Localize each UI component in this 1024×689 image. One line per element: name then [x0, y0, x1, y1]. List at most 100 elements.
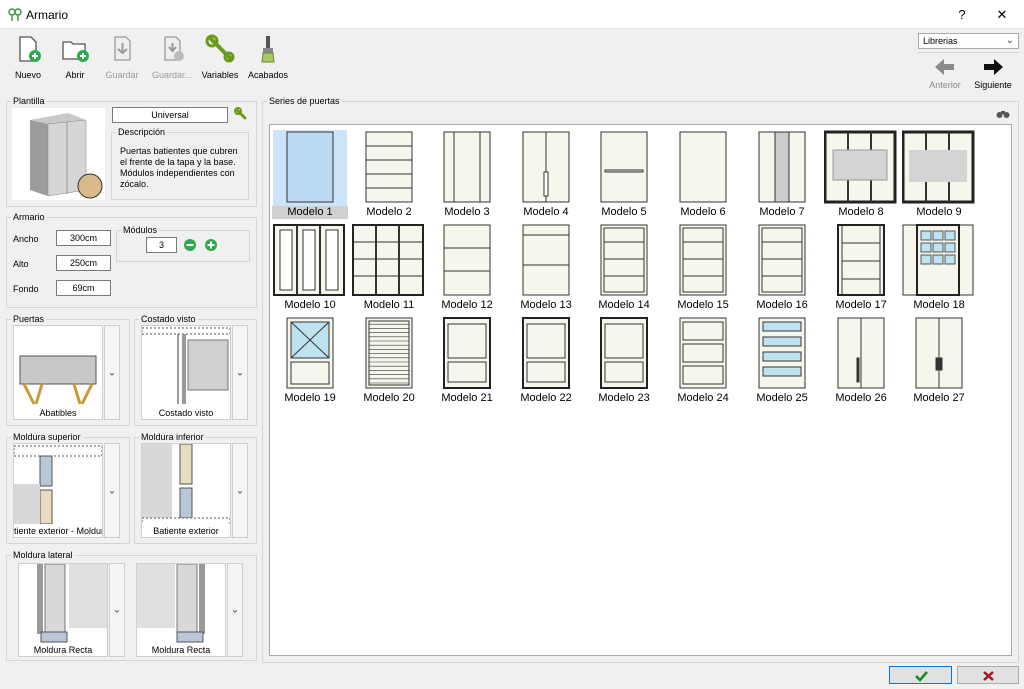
armario-legend: Armario [11, 212, 47, 222]
finishes-button[interactable]: Acabados [243, 32, 293, 90]
ok-button[interactable] [889, 666, 952, 684]
plantilla-legend: Plantilla [11, 96, 47, 106]
ancho-input[interactable]: 300cm [56, 230, 111, 246]
door-model-6[interactable]: Modelo 6 [665, 130, 741, 224]
check-icon [915, 671, 928, 682]
costado-dropdown[interactable]: ⌄ [232, 325, 248, 420]
door-model-2-image [365, 131, 413, 203]
minus-icon[interactable] [183, 238, 197, 252]
save-as-label: Guardar... [151, 70, 193, 80]
door-model-16[interactable]: Modelo 16 [744, 223, 820, 317]
door-model-20[interactable]: Modelo 20 [351, 316, 427, 410]
new-button[interactable]: Nuevo [3, 32, 53, 90]
moldura-lateral-value-1: Moldura Recta [33, 645, 93, 655]
costado-legend: Costado visto [139, 314, 198, 324]
modulos-input[interactable]: 3 [146, 237, 177, 253]
save-button[interactable]: Guardar [97, 32, 147, 90]
plus-icon[interactable] [204, 238, 218, 252]
door-model-label: Modelo 22 [520, 392, 572, 404]
chevron-down-icon: ⌄ [235, 367, 245, 378]
door-model-9[interactable]: Modelo 9 [901, 130, 977, 224]
wrench-icon[interactable] [234, 107, 248, 121]
moldura-inferior-dropdown[interactable]: ⌄ [232, 443, 248, 538]
new-file-icon [19, 36, 41, 62]
chevron-down-icon: ⌄ [230, 604, 240, 616]
door-model-15[interactable]: Modelo 15 [665, 223, 741, 317]
open-folder-icon [62, 41, 89, 62]
arrow-left-icon [935, 59, 954, 75]
help-button[interactable]: ? [942, 0, 982, 29]
door-model-18[interactable]: Modelo 18 [901, 223, 977, 317]
door-model-1[interactable]: Modelo 1 [272, 130, 348, 224]
moldura-inferior-preview[interactable]: Batiente exterior [141, 443, 231, 538]
chevron-down-icon: ⌄ [1005, 35, 1014, 46]
door-model-26[interactable]: Modelo 26 [823, 316, 899, 410]
door-model-22[interactable]: Modelo 22 [508, 316, 584, 410]
door-model-label: Modelo 4 [523, 206, 569, 218]
door-model-2[interactable]: Modelo 2 [351, 130, 427, 224]
fondo-input[interactable]: 69cm [56, 280, 111, 296]
moldura-lateral-value-2: Moldura Recta [151, 645, 211, 655]
moldura-superior-preview[interactable]: tiente exterior - Moldura [13, 443, 103, 538]
moldura-lateral-preview-2[interactable]: Moldura Recta [136, 563, 226, 657]
door-model-27-image [915, 317, 963, 389]
door-model-13[interactable]: Modelo 13 [508, 223, 584, 317]
door-model-8-image [824, 130, 897, 204]
door-model-3[interactable]: Modelo 3 [429, 130, 505, 224]
save-as-icon [164, 36, 184, 61]
door-model-label: Modelo 8 [838, 206, 884, 218]
save-as-button[interactable]: Guardar... [147, 32, 197, 90]
door-model-23[interactable]: Modelo 23 [586, 316, 662, 410]
plantilla-name-field[interactable]: Universal [112, 107, 228, 123]
door-model-8[interactable]: Modelo 8 [823, 130, 899, 224]
library-select[interactable]: Librerias ⌄ [918, 33, 1019, 49]
moldura-superior-dropdown[interactable]: ⌄ [104, 443, 120, 538]
ancho-label: Ancho [13, 234, 39, 244]
door-model-17[interactable]: Modelo 17 [823, 223, 899, 317]
moldura-lateral-dropdown-1[interactable]: ⌄ [109, 563, 125, 657]
moldura-superior-legend: Moldura superior [11, 432, 83, 442]
door-model-24-image [679, 317, 727, 389]
binoculars-icon[interactable] [996, 109, 1010, 119]
door-model-20-image [365, 317, 413, 389]
door-model-19[interactable]: Modelo 19 [272, 316, 348, 410]
moldura-lateral-preview-1[interactable]: Moldura Recta [18, 563, 108, 657]
open-label: Abrir [65, 70, 85, 80]
door-model-label: Modelo 20 [363, 392, 415, 404]
close-button[interactable]: ✕ [982, 0, 1022, 29]
door-model-12-image [443, 224, 491, 296]
door-model-10[interactable]: Modelo 10 [272, 223, 348, 317]
top-molding-image [13, 445, 103, 525]
door-model-label: Modelo 12 [441, 299, 493, 311]
alto-input[interactable]: 250cm [56, 255, 111, 271]
modulos-legend: Módulos [121, 225, 160, 235]
door-model-5[interactable]: Modelo 5 [586, 130, 662, 224]
door-model-12[interactable]: Modelo 12 [429, 223, 505, 317]
cancel-button[interactable] [957, 666, 1019, 684]
door-model-19-image [286, 317, 334, 389]
door-model-22-image [522, 317, 570, 389]
door-model-24[interactable]: Modelo 24 [665, 316, 741, 410]
next-button[interactable]: Siguiente [971, 57, 1015, 93]
door-model-21[interactable]: Modelo 21 [429, 316, 505, 410]
puertas-preview[interactable]: Abatibles [13, 325, 103, 420]
door-model-23-image [600, 317, 648, 389]
door-model-4[interactable]: Modelo 4 [508, 130, 584, 224]
window-title: Armario [26, 8, 69, 22]
variables-button[interactable]: Variables [195, 32, 245, 90]
open-button[interactable]: Abrir [50, 32, 100, 90]
door-model-11[interactable]: Modelo 11 [351, 223, 427, 317]
door-model-7[interactable]: Modelo 7 [744, 130, 820, 224]
door-model-27[interactable]: Modelo 27 [901, 316, 977, 410]
door-model-label: Modelo 2 [366, 206, 412, 218]
description-text: Puertas batientes que cubren el frente d… [120, 146, 238, 189]
door-model-label: Modelo 26 [835, 392, 887, 404]
previous-button[interactable]: Anterior [924, 57, 966, 93]
costado-preview[interactable]: Costado visto [141, 325, 231, 420]
puertas-dropdown[interactable]: ⌄ [104, 325, 120, 420]
door-model-label: Modelo 14 [598, 299, 650, 311]
door-model-25[interactable]: Modelo 25 [744, 316, 820, 410]
door-model-14[interactable]: Modelo 14 [586, 223, 662, 317]
moldura-lateral-dropdown-2[interactable]: ⌄ [227, 563, 243, 657]
variables-label: Variables [201, 70, 239, 80]
